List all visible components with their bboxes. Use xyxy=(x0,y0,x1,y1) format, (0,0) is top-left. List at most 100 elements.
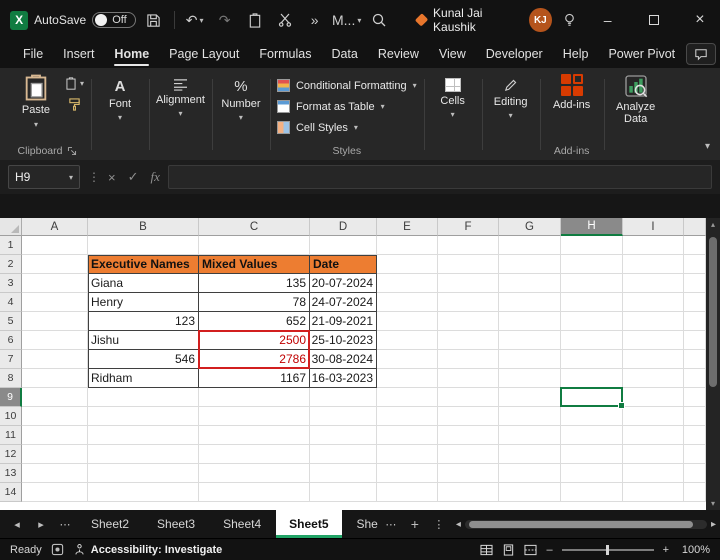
cell-H8[interactable] xyxy=(561,369,623,388)
cell-C5[interactable]: 652 xyxy=(199,312,310,331)
cell-H9[interactable] xyxy=(561,388,623,407)
scroll-down-icon[interactable]: ▾ xyxy=(711,499,715,508)
cell-D12[interactable] xyxy=(310,445,377,464)
cell-D1[interactable] xyxy=(310,236,377,255)
cell-B6[interactable]: Jishu xyxy=(88,331,199,350)
alignment-menu-button[interactable]: Alignment ▾ xyxy=(156,71,205,118)
tab-power-pivot[interactable]: Power Pivot xyxy=(599,42,684,66)
cell-G7[interactable] xyxy=(499,350,561,369)
cell-A9[interactable] xyxy=(22,388,88,407)
cell-F4[interactable] xyxy=(438,293,499,312)
cell-I3[interactable] xyxy=(623,274,684,293)
row-header-13[interactable]: 13 xyxy=(0,464,22,483)
cell-B4[interactable]: Henry xyxy=(88,293,199,312)
cell-H2[interactable] xyxy=(561,255,623,274)
row-header-6[interactable]: 6 xyxy=(0,331,22,350)
new-sheet-button[interactable]: + xyxy=(404,516,426,532)
sheet-options-icon[interactable]: ⋮ xyxy=(428,518,450,531)
cell-B1[interactable] xyxy=(88,236,199,255)
cell-G11[interactable] xyxy=(499,426,561,445)
column-header-B[interactable]: B xyxy=(88,218,199,236)
cell-C9[interactable] xyxy=(199,388,310,407)
cell-F9[interactable] xyxy=(438,388,499,407)
column-header-H[interactable]: H xyxy=(561,218,623,236)
row-header-11[interactable]: 11 xyxy=(0,426,22,445)
cell-E13[interactable] xyxy=(377,464,438,483)
cells-menu-button[interactable]: Cells ▾ xyxy=(431,71,475,119)
cell-E9[interactable] xyxy=(377,388,438,407)
row-header-4[interactable]: 4 xyxy=(0,293,22,312)
tab-formulas[interactable]: Formulas xyxy=(250,42,320,66)
cell-G2[interactable] xyxy=(499,255,561,274)
cell-G3[interactable] xyxy=(499,274,561,293)
tab-home[interactable]: Home xyxy=(105,42,158,66)
cell-C14[interactable] xyxy=(199,483,310,502)
cell-E1[interactable] xyxy=(377,236,438,255)
cell-C10[interactable] xyxy=(199,407,310,426)
autosave-control[interactable]: AutoSave Off xyxy=(34,12,136,28)
scroll-right-icon[interactable]: ▸ xyxy=(711,519,716,530)
cell-I9[interactable] xyxy=(623,388,684,407)
format-painter-button[interactable] xyxy=(68,98,81,111)
minimize-button[interactable]: – xyxy=(588,0,628,40)
cell-E6[interactable] xyxy=(377,331,438,350)
cell-G14[interactable] xyxy=(499,483,561,502)
cell-A10[interactable] xyxy=(22,407,88,426)
redo-button[interactable]: ↷ xyxy=(213,7,237,33)
zoom-out-button[interactable]: – xyxy=(546,544,552,556)
cell-H14[interactable] xyxy=(561,483,623,502)
cell-F12[interactable] xyxy=(438,445,499,464)
cell-I10[interactable] xyxy=(623,407,684,426)
record-macro-icon[interactable] xyxy=(51,543,64,556)
more-sheets-icon[interactable]: ⋯ xyxy=(380,518,402,531)
cell-D8[interactable]: 16-03-2023 xyxy=(310,369,377,388)
cell-D11[interactable] xyxy=(310,426,377,445)
analyze-data-button[interactable]: Analyze Data xyxy=(611,71,661,125)
name-box[interactable]: H9 ▾ xyxy=(8,165,80,189)
cell-C6[interactable]: 2500 xyxy=(199,331,310,350)
tab-page-layout[interactable]: Page Layout xyxy=(160,42,248,66)
cell-I12[interactable] xyxy=(623,445,684,464)
sheet-tab-sheet5[interactable]: Sheet5 xyxy=(276,510,342,538)
cell-B14[interactable] xyxy=(88,483,199,502)
cell-C3[interactable]: 135 xyxy=(199,274,310,293)
confirm-entry-button[interactable]: ✓ xyxy=(128,169,139,185)
cell-E11[interactable] xyxy=(377,426,438,445)
column-header-F[interactable]: F xyxy=(438,218,499,236)
cell-A8[interactable] xyxy=(22,369,88,388)
cell-B7[interactable]: 546 xyxy=(88,350,199,369)
row-header-10[interactable]: 10 xyxy=(0,407,22,426)
cell-F6[interactable] xyxy=(438,331,499,350)
cell-C4[interactable]: 78 xyxy=(199,293,310,312)
cell-G10[interactable] xyxy=(499,407,561,426)
row-header-8[interactable]: 8 xyxy=(0,369,22,388)
cell-G8[interactable] xyxy=(499,369,561,388)
cut-quick-button[interactable] xyxy=(273,7,297,33)
paste-button[interactable]: Paste ▾ xyxy=(11,71,61,131)
cell-B13[interactable] xyxy=(88,464,199,483)
cell-B11[interactable] xyxy=(88,426,199,445)
cell-E8[interactable] xyxy=(377,369,438,388)
cell-I2[interactable] xyxy=(623,255,684,274)
cell-E2[interactable] xyxy=(377,255,438,274)
formula-input[interactable] xyxy=(167,165,712,189)
cell-C11[interactable] xyxy=(199,426,310,445)
paste-quick-button[interactable] xyxy=(243,7,267,33)
cell-B8[interactable]: Ridham xyxy=(88,369,199,388)
scroll-up-icon[interactable]: ▴ xyxy=(711,220,715,229)
font-menu-button[interactable]: A Font ▾ xyxy=(98,71,142,122)
vertical-scrollbar-thumb[interactable] xyxy=(709,237,717,387)
row-header-12[interactable]: 12 xyxy=(0,445,22,464)
sheet-tab-sheet4[interactable]: Sheet4 xyxy=(210,510,274,538)
cell-F3[interactable] xyxy=(438,274,499,293)
cell-F11[interactable] xyxy=(438,426,499,445)
cell-G1[interactable] xyxy=(499,236,561,255)
page-break-view-icon[interactable] xyxy=(524,544,537,556)
cell-I4[interactable] xyxy=(623,293,684,312)
quick-access-more-button[interactable]: » xyxy=(303,7,327,33)
cell-A1[interactable] xyxy=(22,236,88,255)
zoom-in-button[interactable]: + xyxy=(663,544,669,556)
cell-H6[interactable] xyxy=(561,331,623,350)
cancel-entry-button[interactable]: × xyxy=(108,170,116,185)
cell-I14[interactable] xyxy=(623,483,684,502)
